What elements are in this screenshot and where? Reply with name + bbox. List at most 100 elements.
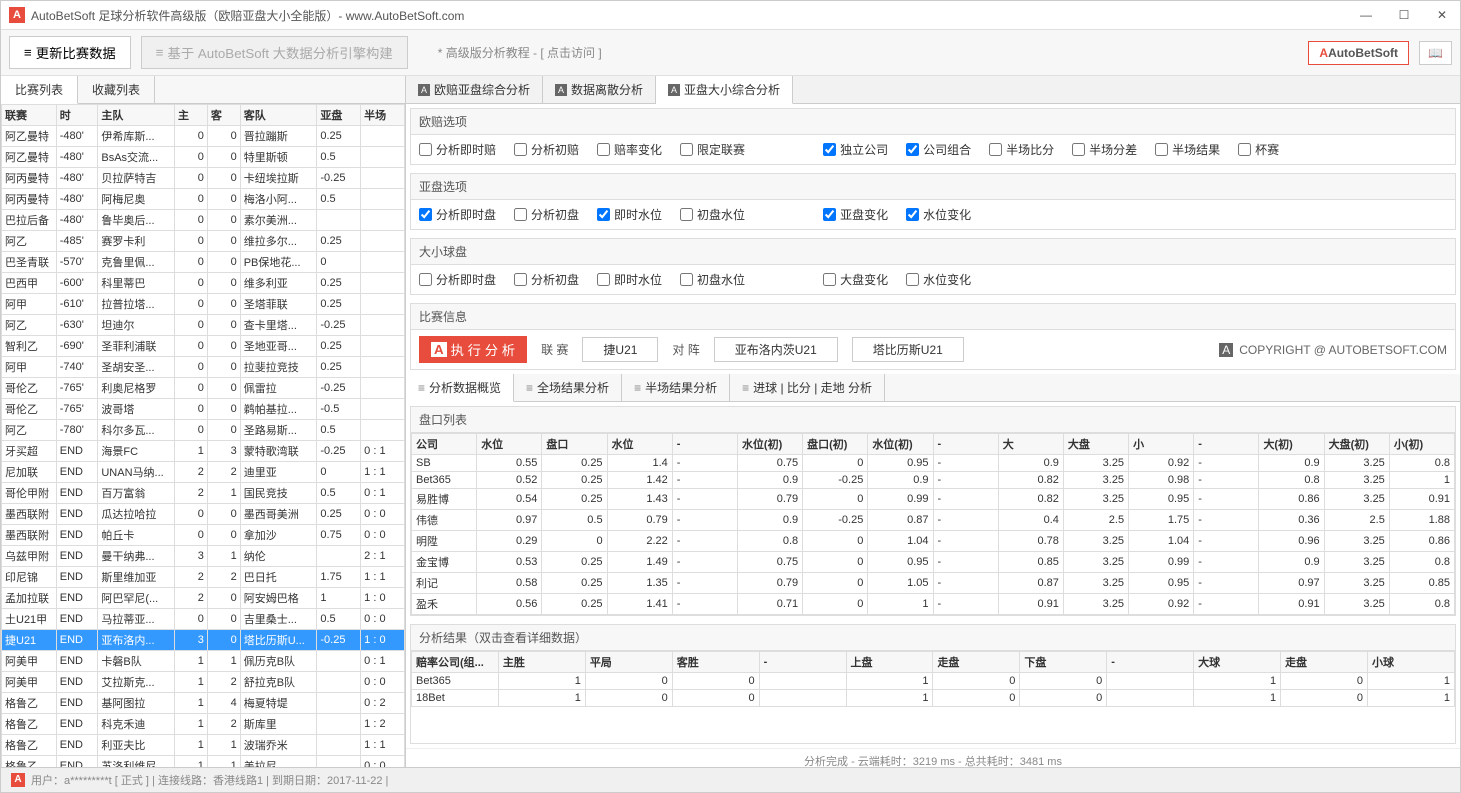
checkbox-input[interactable] [597, 208, 610, 221]
match-row[interactable]: 格鲁乙END科克禾迪12斯库里1 : 2 [2, 714, 405, 735]
result-header[interactable]: 上盘 [846, 652, 933, 673]
checkbox-input[interactable] [419, 143, 432, 156]
checkbox-限定联赛[interactable]: 限定联赛 [680, 141, 745, 158]
match-row[interactable]: 孟加拉联END阿巴罕尼(...20阿安姆巴格11 : 0 [2, 588, 405, 609]
checkbox-input[interactable] [906, 143, 919, 156]
checkbox-水位变化[interactable]: 水位变化 [906, 271, 971, 288]
subtab-halftime[interactable]: ≡半场结果分析 [622, 374, 730, 401]
odds-header[interactable]: - [672, 434, 737, 455]
odds-row[interactable]: 利记0.580.251.35-0.7901.05-0.873.250.95-0.… [412, 573, 1455, 594]
checkbox-即时水位[interactable]: 即时水位 [597, 206, 662, 223]
checkbox-input[interactable] [514, 208, 527, 221]
checkbox-分析初盘[interactable]: 分析初盘 [514, 206, 579, 223]
match-header[interactable]: 主队 [98, 105, 175, 126]
checkbox-input[interactable] [680, 273, 693, 286]
rtab-dispersion[interactable]: A数据离散分析 [543, 76, 656, 103]
checkbox-input[interactable] [906, 208, 919, 221]
odds-header[interactable]: 大盘(初) [1324, 434, 1389, 455]
book-icon[interactable]: 📖 [1419, 41, 1452, 65]
checkbox-杯赛[interactable]: 杯赛 [1238, 141, 1279, 158]
odds-header[interactable]: 大(初) [1259, 434, 1324, 455]
checkbox-input[interactable] [514, 143, 527, 156]
subtab-fulltime[interactable]: ≡全场结果分析 [514, 374, 622, 401]
checkbox-input[interactable] [419, 208, 432, 221]
odds-row[interactable]: 伟德0.970.50.79-0.9-0.250.87-0.42.51.75-0.… [412, 510, 1455, 531]
match-row[interactable]: 印尼锦END斯里维加亚22巴日托1.751 : 1 [2, 567, 405, 588]
checkbox-水位变化[interactable]: 水位变化 [906, 206, 971, 223]
checkbox-input[interactable] [597, 143, 610, 156]
run-analysis-button[interactable]: A执 行 分 析 [419, 336, 527, 363]
logo-badge[interactable]: AAutoBetSoft [1308, 41, 1409, 65]
match-row[interactable]: 阿乙曼特-480'伊希库斯...00晋拉蹦斯0.25 [2, 126, 405, 147]
match-row[interactable]: 阿丙曼特-480'阿梅尼奥00梅洛小阿...0.5 [2, 189, 405, 210]
odds-header[interactable]: 小(初) [1389, 434, 1454, 455]
match-row[interactable]: 格鲁乙END利亚夫比11波瑞乔米1 : 1 [2, 735, 405, 756]
checkbox-半场结果[interactable]: 半场结果 [1155, 141, 1220, 158]
minimize-button[interactable]: — [1356, 5, 1376, 25]
checkbox-input[interactable] [823, 273, 836, 286]
odds-row[interactable]: Bet3650.520.251.42-0.9-0.250.9-0.823.250… [412, 472, 1455, 489]
match-row[interactable]: 巴圣青联-570'克鲁里佩...00PB保地花...0 [2, 252, 405, 273]
match-row[interactable]: 阿美甲END卡磐B队11佩历克B队0 : 1 [2, 651, 405, 672]
match-row[interactable]: 阿美甲END艾拉斯克...12舒拉克B队0 : 0 [2, 672, 405, 693]
checkbox-input[interactable] [597, 273, 610, 286]
match-row[interactable]: 哥伦甲附END百万富翁21国民竞技0.50 : 1 [2, 483, 405, 504]
match-row[interactable]: 巴西甲-600'科里蒂巴00维多利亚0.25 [2, 273, 405, 294]
checkbox-分析即时盘[interactable]: 分析即时盘 [419, 271, 496, 288]
match-header[interactable]: 联赛 [2, 105, 57, 126]
checkbox-input[interactable] [419, 273, 432, 286]
result-header[interactable]: - [1107, 652, 1194, 673]
match-row[interactable]: 阿甲-740'圣胡安圣...00拉斐拉竞技0.25 [2, 357, 405, 378]
match-row[interactable]: 巴拉后备-480'鲁毕奥后...00素尔美洲... [2, 210, 405, 231]
result-header[interactable]: 客胜 [672, 652, 759, 673]
result-header[interactable]: 平局 [585, 652, 672, 673]
odds-row[interactable]: 明陞0.2902.22-0.801.04-0.783.251.04-0.963.… [412, 531, 1455, 552]
match-header[interactable]: 客 [207, 105, 240, 126]
result-row[interactable]: 18Bet100100101 [412, 690, 1455, 707]
checkbox-分析即时盘[interactable]: 分析即时盘 [419, 206, 496, 223]
checkbox-input[interactable] [989, 143, 1002, 156]
odds-header[interactable]: 水位 [477, 434, 542, 455]
checkbox-大盘变化[interactable]: 大盘变化 [823, 271, 888, 288]
result-header[interactable]: 主胜 [498, 652, 585, 673]
match-row[interactable]: 哥伦乙-765'波哥塔00鹈帕基拉...-0.5 [2, 399, 405, 420]
match-row[interactable]: 智利乙-690'圣菲利浦联00圣地亚哥...0.25 [2, 336, 405, 357]
odds-header[interactable]: - [933, 434, 998, 455]
checkbox-即时水位[interactable]: 即时水位 [597, 271, 662, 288]
checkbox-input[interactable] [1072, 143, 1085, 156]
tutorial-link[interactable]: * 高级版分析教程 - [ 点击访问 ] [438, 44, 602, 61]
close-button[interactable]: ✕ [1432, 5, 1452, 25]
update-matches-button[interactable]: ≡更新比赛数据 [9, 36, 131, 69]
rtab-euro-asia[interactable]: A欧赔亚盘综合分析 [406, 76, 543, 103]
match-row[interactable]: 土U21甲END马拉蒂亚...00吉里桑士...0.50 : 0 [2, 609, 405, 630]
checkbox-分析即时赔[interactable]: 分析即时赔 [419, 141, 496, 158]
checkbox-初盘水位[interactable]: 初盘水位 [680, 271, 745, 288]
odds-row[interactable]: 盈禾0.560.251.41-0.7101-0.913.250.92-0.913… [412, 594, 1455, 615]
tab-favorite-list[interactable]: 收藏列表 [78, 76, 155, 103]
match-row[interactable]: 捷U21END亚布洛内...30塔比历斯U...-0.251 : 0 [2, 630, 405, 651]
subtab-overview[interactable]: ≡分析数据概览 [406, 374, 514, 402]
result-header[interactable]: 赔率公司(组... [412, 652, 499, 673]
checkbox-半场比分[interactable]: 半场比分 [989, 141, 1054, 158]
checkbox-input[interactable] [1238, 143, 1251, 156]
tab-match-list[interactable]: 比赛列表 [1, 76, 78, 104]
result-header[interactable]: 小球 [1367, 652, 1454, 673]
match-row[interactable]: 乌兹甲附END曼干纳弗...31纳伦2 : 1 [2, 546, 405, 567]
match-row[interactable]: 阿丙曼特-480'贝拉萨特吉00卡纽埃拉斯-0.25 [2, 168, 405, 189]
odds-header[interactable]: 公司 [412, 434, 477, 455]
match-row[interactable]: 阿乙-630'坦迪尔00查卡里塔...-0.25 [2, 315, 405, 336]
checkbox-赔率变化[interactable]: 赔率变化 [597, 141, 662, 158]
odds-header[interactable]: 大 [998, 434, 1063, 455]
result-row[interactable]: Bet365100100101 [412, 673, 1455, 690]
match-row[interactable]: 阿乙-780'科尔多瓦...00圣路易斯...0.5 [2, 420, 405, 441]
odds-header[interactable]: 盘口(初) [803, 434, 868, 455]
match-row[interactable]: 阿乙-485'赛罗卡利00维拉多尔...0.25 [2, 231, 405, 252]
checkbox-独立公司[interactable]: 独立公司 [823, 141, 888, 158]
checkbox-分析初赔[interactable]: 分析初赔 [514, 141, 579, 158]
checkbox-input[interactable] [906, 273, 919, 286]
match-header[interactable]: 客队 [240, 105, 317, 126]
checkbox-input[interactable] [1155, 143, 1168, 156]
checkbox-input[interactable] [823, 143, 836, 156]
subtab-goals[interactable]: ≡进球 | 比分 | 走地 分析 [730, 374, 885, 401]
match-row[interactable]: 牙买超END海景FC13蒙特歌湾联-0.250 : 1 [2, 441, 405, 462]
